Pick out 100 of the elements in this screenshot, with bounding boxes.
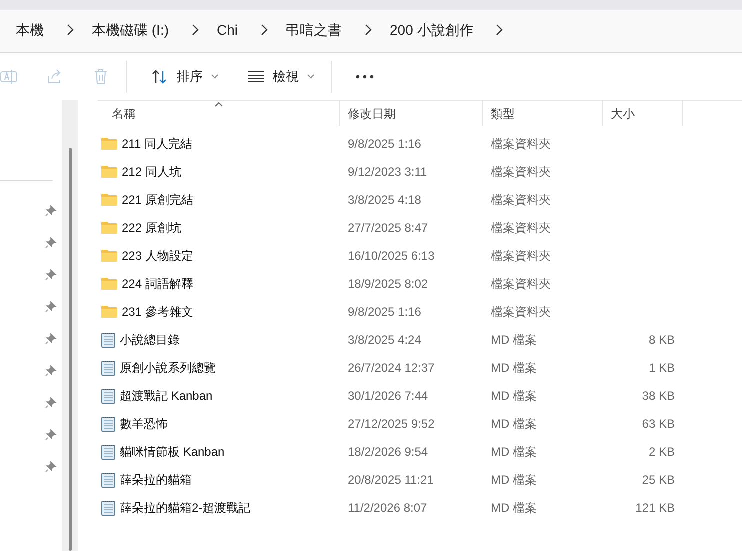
file-row[interactable]: 超渡戰記 Kanban 30/1/2026 7:44 MD 檔案 38 KB — [98, 382, 742, 410]
file-name: 薛朵拉的貓箱2-超渡戰記 — [120, 500, 251, 517]
file-name: 222 原創坑 — [122, 220, 182, 237]
chevron-icon — [66, 24, 74, 36]
text-file-icon — [101, 388, 116, 404]
column-header[interactable]: 修改日期 — [340, 101, 483, 126]
column-header[interactable]: 名稱 — [98, 101, 340, 126]
chevron-icon — [191, 24, 199, 36]
file-name: 231 參考雜文 — [122, 304, 194, 321]
date-cell: 9/8/2025 1:16 — [348, 137, 422, 151]
size-cell: 25 KB — [642, 473, 675, 487]
date-cell: 3/8/2025 4:24 — [348, 333, 422, 347]
pin-icon[interactable] — [44, 332, 56, 344]
breadcrumb-item[interactable]: 200 小說創作 — [390, 20, 474, 40]
type-cell: MD 檔案 — [491, 333, 537, 347]
chevron-icon — [364, 24, 372, 36]
column-header[interactable]: 大小 — [603, 101, 683, 126]
folder-icon — [101, 137, 118, 151]
file-row[interactable]: 數羊恐怖 27/12/2025 9:52 MD 檔案 63 KB — [98, 410, 742, 438]
type-cell: 檔案資料夾 — [491, 165, 551, 179]
text-file-icon — [101, 500, 116, 516]
folder-icon — [101, 305, 118, 319]
file-row[interactable]: 223 人物設定 16/10/2025 6:13 檔案資料夾 — [98, 242, 742, 270]
column-header[interactable]: 類型 — [483, 101, 603, 126]
file-name: 212 同人坑 — [122, 164, 182, 181]
file-name: 原創小說系列總覽 — [120, 360, 216, 377]
breadcrumb-item[interactable]: 弔唁之書 — [286, 20, 342, 40]
date-cell: 3/8/2025 4:18 — [348, 193, 422, 207]
view-button[interactable]: 檢視 — [235, 58, 327, 94]
text-file-icon — [101, 360, 116, 376]
type-cell: MD 檔案 — [491, 445, 537, 459]
folder-icon — [101, 221, 118, 235]
type-cell: 檔案資料夾 — [491, 305, 551, 319]
file-row[interactable]: 貓咪情節板 Kanban 18/2/2026 9:54 MD 檔案 2 KB — [98, 438, 742, 466]
date-cell: 27/12/2025 9:52 — [348, 417, 435, 431]
file-name: 221 原創完結 — [122, 192, 194, 209]
folder-icon — [101, 277, 118, 291]
type-cell: MD 檔案 — [491, 501, 537, 515]
file-row[interactable]: 231 參考雜文 9/8/2025 1:16 檔案資料夾 — [98, 298, 742, 326]
file-row[interactable]: 221 原創完結 3/8/2025 4:18 檔案資料夾 — [98, 186, 742, 214]
sort-button[interactable]: 排序 — [139, 58, 231, 94]
file-name: 小說總目錄 — [120, 332, 180, 349]
file-row[interactable]: 222 原創坑 27/7/2025 8:47 檔案資料夾 — [98, 214, 742, 242]
pin-icon[interactable] — [44, 300, 56, 312]
folder-icon — [101, 165, 118, 179]
pin-icon[interactable] — [44, 268, 56, 280]
list-icon — [247, 70, 265, 82]
file-row[interactable]: 小說總目錄 3/8/2025 4:24 MD 檔案 8 KB — [98, 326, 742, 354]
caret-icon — [307, 74, 315, 80]
date-cell: 18/2/2026 9:54 — [348, 445, 428, 459]
type-cell: MD 檔案 — [491, 473, 537, 487]
type-cell: 檔案資料夾 — [491, 249, 551, 263]
type-cell: MD 檔案 — [491, 361, 537, 375]
pin-icon[interactable] — [44, 460, 56, 472]
pin-icon[interactable] — [44, 364, 56, 376]
trash-icon — [92, 68, 110, 86]
breadcrumb-item[interactable]: Chi — [217, 20, 238, 40]
scrollbar-thumb[interactable] — [68, 148, 72, 551]
date-cell: 16/10/2025 6:13 — [348, 249, 435, 263]
pin-icon[interactable] — [44, 428, 56, 440]
size-cell: 2 KB — [648, 445, 675, 459]
pin-icon[interactable] — [44, 236, 56, 248]
folder-icon — [101, 193, 118, 207]
text-file-icon — [101, 332, 116, 348]
chevron-icon — [260, 24, 268, 36]
file-name: 224 詞語解釋 — [122, 276, 194, 293]
folder-icon — [101, 249, 118, 263]
date-cell: 11/2/2026 8:07 — [348, 501, 428, 515]
date-cell: 27/7/2025 8:47 — [348, 221, 428, 235]
file-row[interactable]: 原創小說系列總覽 26/7/2024 12:37 MD 檔案 1 KB — [98, 354, 742, 382]
size-cell: 8 KB — [648, 333, 675, 347]
text-file-icon — [101, 472, 116, 488]
sort-icon — [151, 68, 169, 84]
date-cell: 9/8/2025 1:16 — [348, 305, 422, 319]
size-cell: 121 KB — [636, 501, 675, 515]
type-cell: 檔案資料夾 — [491, 137, 551, 151]
date-cell: 18/9/2025 8:02 — [348, 277, 428, 291]
size-cell: 38 KB — [642, 389, 675, 403]
file-row[interactable]: 224 詞語解釋 18/9/2025 8:02 檔案資料夾 — [98, 270, 742, 298]
size-cell: 63 KB — [642, 417, 675, 431]
file-row[interactable]: 211 同人完結 9/8/2025 1:16 檔案資料夾 — [98, 130, 742, 158]
date-cell: 30/1/2026 7:44 — [348, 389, 428, 403]
breadcrumb-item[interactable]: 本機 — [16, 20, 44, 40]
file-row[interactable]: 薛朵拉的貓箱2-超渡戰記 11/2/2026 8:07 MD 檔案 121 KB — [98, 494, 742, 522]
type-cell: 檔案資料夾 — [491, 193, 551, 207]
text-file-icon — [101, 416, 116, 432]
file-name: 貓咪情節板 Kanban — [120, 444, 225, 461]
file-row[interactable]: 薛朵拉的貓箱 20/8/2025 11:21 MD 檔案 25 KB — [98, 466, 742, 494]
date-cell: 9/12/2023 3:11 — [348, 165, 428, 179]
type-cell: MD 檔案 — [491, 417, 537, 431]
file-row[interactable]: 212 同人坑 9/12/2023 3:11 檔案資料夾 — [98, 158, 742, 186]
pin-icon[interactable] — [44, 396, 56, 408]
size-cell: 1 KB — [648, 361, 675, 375]
date-cell: 20/8/2025 11:21 — [348, 473, 434, 487]
rename-icon — [0, 68, 18, 86]
more-icon — [356, 74, 374, 78]
file-name: 211 同人完結 — [122, 136, 192, 153]
breadcrumb-item[interactable]: 本機磁碟 (I:) — [92, 20, 169, 40]
caret-icon — [211, 74, 219, 80]
pin-icon[interactable] — [44, 204, 56, 216]
